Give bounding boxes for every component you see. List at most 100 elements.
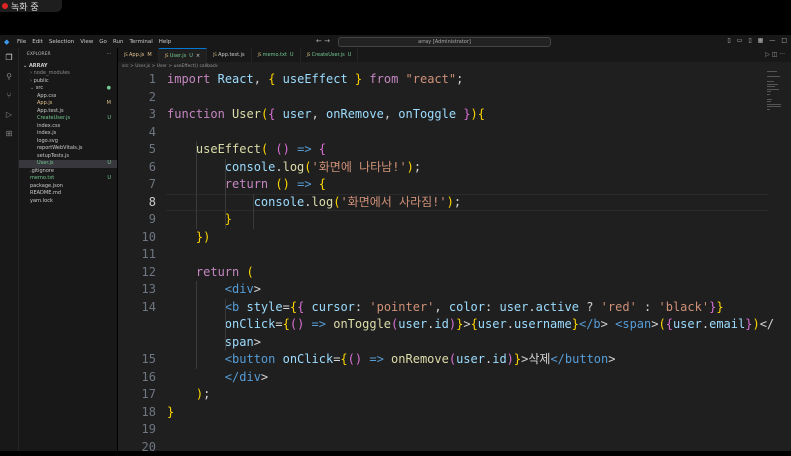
- code-line[interactable]: 17 );: [118, 386, 768, 404]
- tab-user-js[interactable]: JS User.jsU×: [159, 48, 207, 63]
- minimap[interactable]: [767, 71, 781, 131]
- command-center-search[interactable]: array [Administrator]: [338, 37, 551, 47]
- file-tree-item[interactable]: index.js: [19, 130, 117, 138]
- code-line[interactable]: span>: [118, 334, 768, 352]
- customize-layout-icon[interactable]: ▦: [758, 37, 764, 44]
- code-text: useEffect( () => {: [167, 141, 326, 159]
- minimize-icon[interactable]: —: [769, 37, 775, 44]
- source-control-icon[interactable]: ⑂: [4, 91, 14, 101]
- menu-item-file[interactable]: File: [17, 39, 26, 45]
- tab-app-js[interactable]: JS App.jsM: [118, 48, 159, 62]
- file-tree-item[interactable]: App.css: [19, 93, 117, 101]
- explorer-title: EXPLORER: [27, 52, 51, 57]
- code-line[interactable]: 9 }: [118, 211, 768, 229]
- git-status-badge: ●: [107, 85, 111, 93]
- code-text: onClick={() => onToggle(user.id)}>{user.…: [167, 316, 774, 334]
- file-tree-item[interactable]: memo.txtU: [19, 175, 117, 183]
- file-tree-item[interactable]: README.md: [19, 190, 117, 198]
- git-status-badge: M: [107, 100, 111, 108]
- file-tree-item[interactable]: User.jsU: [19, 160, 117, 168]
- code-line[interactable]: 14 <b style={{ cursor: 'pointer', color:…: [118, 299, 768, 317]
- menu-item-edit[interactable]: Edit: [32, 39, 43, 45]
- code-line[interactable]: 20: [118, 439, 768, 456]
- line-number: 17: [118, 386, 156, 404]
- file-tree-label: yarn.lock: [30, 198, 53, 204]
- search-icon[interactable]: ⚲: [4, 72, 14, 82]
- file-tree-item[interactable]: package.json: [19, 183, 117, 191]
- file-tree-item[interactable]: setupTests.js: [19, 153, 117, 161]
- layout-secondary-icon[interactable]: ▯: [748, 37, 751, 44]
- code-line[interactable]: 8 console.log('화면에서 사라짐!');: [118, 194, 768, 212]
- extensions-icon[interactable]: ⊞: [4, 129, 14, 139]
- file-tree-label: public: [34, 78, 49, 84]
- tab-memo-txt[interactable]: JS memo.txtU: [252, 48, 301, 62]
- line-number: 3: [118, 106, 156, 124]
- menu-item-help[interactable]: Help: [159, 39, 172, 45]
- tab-app-test-js[interactable]: JS App.test.js: [207, 48, 252, 62]
- code-text: function User({ user, onRemove, onToggle…: [167, 106, 485, 124]
- code-line[interactable]: 1import React, { useEffect } from "react…: [118, 71, 768, 89]
- file-tree-item[interactable]: logo.svg: [19, 138, 117, 146]
- file-tree-item[interactable]: reportWebVitals.js: [19, 145, 117, 153]
- code-line[interactable]: 18}: [118, 404, 768, 422]
- code-line[interactable]: 19: [118, 421, 768, 439]
- code-line[interactable]: 4: [118, 124, 768, 142]
- menu-bar: File Edit Selection View Go Run Terminal Help: [17, 39, 177, 45]
- line-number: 15: [118, 351, 156, 369]
- code-text: return (: [167, 264, 254, 282]
- layout-sidebar-icon[interactable]: ▯: [727, 37, 730, 44]
- code-line[interactable]: 7 return () => {: [118, 176, 768, 194]
- menu-item-selection[interactable]: Selection: [49, 39, 74, 45]
- file-tree-item[interactable]: App.jsM: [19, 100, 117, 108]
- file-tree-item[interactable]: App.test.js: [19, 108, 117, 116]
- file-tree-item[interactable]: › node_modules: [19, 70, 117, 78]
- code-line[interactable]: onClick={() => onToggle(user.id)}>{user.…: [118, 316, 768, 334]
- file-tree-item[interactable]: CreateUser.jsU: [19, 115, 117, 123]
- menu-item-view[interactable]: View: [80, 39, 93, 45]
- indent-guide: [196, 281, 197, 369]
- code-line[interactable]: 10 }): [118, 229, 768, 247]
- tab-createuser-js[interactable]: JS CreateUser.jsU: [301, 48, 359, 62]
- menu-item-run[interactable]: Run: [113, 39, 124, 45]
- editor-actions: ▷ ◫ ···: [765, 48, 791, 62]
- line-number: 12: [118, 264, 156, 282]
- code-line[interactable]: 6 console.log('화면에 나타남!');: [118, 159, 768, 177]
- code-line[interactable]: 3 function User({ user, onRemove, onToggl…: [118, 106, 768, 124]
- run-debug-icon[interactable]: ▷: [4, 110, 14, 120]
- file-tree-item[interactable]: ⌄ src●: [19, 85, 117, 93]
- code-text: <div>: [167, 281, 261, 299]
- code-editor[interactable]: 1import React, { useEffect } from "react…: [118, 71, 768, 456]
- code-text: }): [167, 229, 210, 247]
- line-number: 2: [118, 89, 156, 107]
- tab-label: User.js: [170, 53, 187, 59]
- tab-close-icon[interactable]: ×: [196, 53, 200, 59]
- file-tree-item[interactable]: › public: [19, 78, 117, 86]
- nav-arrows[interactable]: ← →: [316, 37, 330, 45]
- explorer-icon[interactable]: ❐: [4, 53, 14, 63]
- code-line[interactable]: 5 useEffect( () => {: [118, 141, 768, 159]
- tab-git-badge: U: [348, 52, 352, 58]
- workspace-root[interactable]: ⌄ ARRAY: [19, 62, 117, 70]
- code-line[interactable]: 11: [118, 246, 768, 264]
- file-tree-item[interactable]: yarn.lock: [19, 198, 117, 206]
- file-tree-item[interactable]: .gitignore: [19, 168, 117, 176]
- maximize-icon[interactable]: □: [781, 37, 787, 44]
- activity-bar: ❐ ⚲ ⑂ ▷ ⊞: [0, 48, 19, 451]
- line-number: 16: [118, 369, 156, 387]
- code-line[interactable]: 13 <div>: [118, 281, 768, 299]
- code-line[interactable]: 16 </div>: [118, 369, 768, 387]
- layout-panel-icon[interactable]: ▭: [737, 37, 743, 44]
- code-line[interactable]: 12 return (: [118, 264, 768, 282]
- code-line[interactable]: 2: [118, 89, 768, 107]
- menu-item-terminal[interactable]: Terminal: [129, 39, 152, 45]
- line-number: 19: [118, 421, 156, 439]
- file-tree-item[interactable]: index.css: [19, 123, 117, 131]
- menu-item-go[interactable]: Go: [99, 39, 107, 45]
- line-number: 6: [118, 159, 156, 177]
- code-text: console.log('화면에서 사라짐!');: [167, 194, 461, 212]
- more-actions-icon[interactable]: ···: [107, 48, 111, 62]
- code-line[interactable]: 15 <button onClick={() => onRemove(user.…: [118, 351, 768, 369]
- line-number: 13: [118, 281, 156, 299]
- breadcrumb[interactable]: src > User.js > User > useEffect() callb…: [118, 62, 791, 71]
- line-number: 18: [118, 404, 156, 422]
